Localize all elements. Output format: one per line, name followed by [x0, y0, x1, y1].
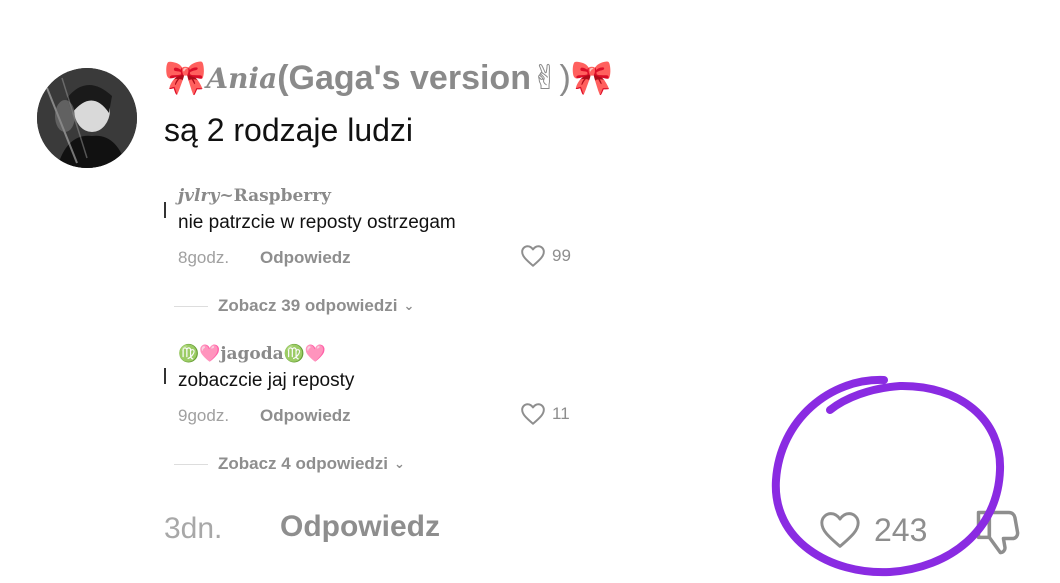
- see-more-label: Zobacz 4 odpowiedzi: [218, 454, 389, 473]
- heart-outline-icon: [820, 512, 860, 548]
- reply-like-count: 11: [552, 404, 570, 423]
- reply-time: 8godz.: [178, 248, 230, 267]
- comment-username[interactable]: 🎀 Ania (Gaga's version ✌ )🎀: [164, 58, 613, 98]
- reply-button[interactable]: Odpowiedz: [280, 510, 440, 544]
- embedded-reply-1: jvlry~Raspberry nie patrzcie w reposty o…: [164, 186, 584, 276]
- divider: [174, 305, 208, 307]
- avatar[interactable]: [37, 68, 137, 168]
- dislike-button[interactable]: [972, 506, 1024, 558]
- reply-like: 99: [520, 244, 571, 268]
- embedded-reply-2: ♍🩷jagoda♍🩷 zobaczcie jaj reposty 9godz. …: [164, 344, 584, 434]
- reply-like: 11: [520, 402, 570, 426]
- comment-text: są 2 rodzaje ludzi: [164, 112, 414, 148]
- like-button[interactable]: 243: [818, 510, 927, 550]
- victory-hand-emoji: ✌: [530, 59, 560, 97]
- ribbon-emoji: 🎀: [164, 59, 207, 97]
- reply-like-count: 99: [552, 246, 571, 265]
- chevron-down-icon: ⌄: [403, 298, 415, 313]
- divider: [174, 463, 208, 465]
- like-count: 243: [874, 511, 928, 548]
- reply-text: nie patrzcie w reposty ostrzegam: [178, 212, 456, 233]
- reply-bar: [164, 202, 166, 218]
- username-script: Ania: [206, 61, 278, 95]
- reply-reply-button: Odpowiedz: [260, 406, 351, 425]
- heart-outline-icon: [521, 403, 545, 425]
- reply-reply-button: Odpowiedz: [260, 248, 351, 267]
- see-more-replies-2: Zobacz 4 odpowiedzi ⌄: [174, 454, 405, 474]
- chevron-down-icon: ⌄: [394, 456, 405, 471]
- username-suffix: )🎀: [559, 59, 614, 97]
- comment-time: 3dn.: [164, 512, 223, 545]
- reply-bar: [164, 368, 166, 384]
- heart-outline-icon: [521, 245, 545, 267]
- reply-username: jvlry~Raspberry: [178, 186, 332, 206]
- thumbs-down-icon: [976, 510, 1020, 555]
- reply-text: zobaczcie jaj reposty: [178, 370, 355, 391]
- reply-time: 9godz.: [178, 406, 230, 425]
- username-text: (Gaga's version: [277, 58, 531, 97]
- see-more-label: Zobacz 39 odpowiedzi: [218, 296, 398, 315]
- reply-username: ♍🩷jagoda♍🩷: [178, 344, 326, 364]
- see-more-replies-1: Zobacz 39 odpowiedzi ⌄: [174, 296, 414, 316]
- avatar-image: [37, 68, 137, 168]
